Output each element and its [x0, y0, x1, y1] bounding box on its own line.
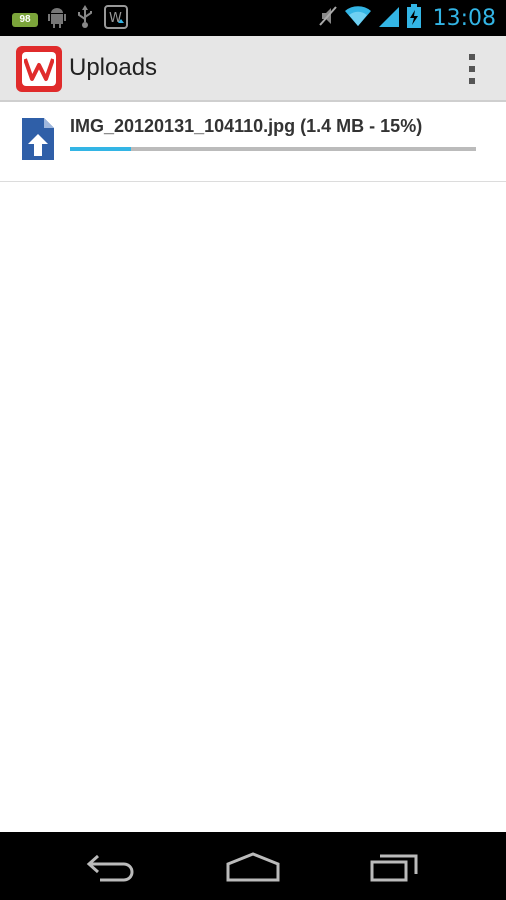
svg-text:W: W — [109, 11, 122, 26]
status-bar-system: 13:08 — [318, 4, 496, 33]
status-bar: 98 W 13:08 — [0, 0, 506, 36]
navigation-bar — [0, 832, 506, 900]
upload-filename: IMG_20120131_104110.jpg (1.4 MB - 15%) — [70, 116, 423, 136]
wordpress-notification-icon: W — [104, 5, 128, 34]
recent-apps-icon[interactable] — [370, 852, 420, 887]
wifi-icon — [344, 5, 371, 32]
mute-icon — [318, 5, 337, 32]
signal-icon — [378, 5, 399, 32]
usb-icon — [76, 5, 94, 34]
upload-file-icon — [20, 116, 56, 167]
upload-list-item[interactable]: IMG_20120131_104110.jpg (1.4 MB - 15%) — [0, 102, 506, 182]
status-bar-notifications: 98 W — [12, 5, 128, 34]
charging-battery-icon — [406, 4, 421, 33]
battery-icon: 98 — [12, 12, 38, 27]
back-icon[interactable] — [86, 852, 138, 887]
upload-progress-bar — [70, 147, 476, 151]
app-logo-icon[interactable] — [16, 46, 62, 92]
upload-progress-fill — [70, 147, 131, 151]
overflow-menu-icon[interactable] — [468, 54, 476, 84]
android-icon — [48, 6, 66, 33]
clock: 13:08 — [432, 6, 496, 31]
action-bar: Uploads — [0, 36, 506, 102]
page-title: Uploads — [69, 54, 158, 81]
home-icon[interactable] — [226, 852, 280, 887]
battery-level: 98 — [19, 14, 31, 25]
